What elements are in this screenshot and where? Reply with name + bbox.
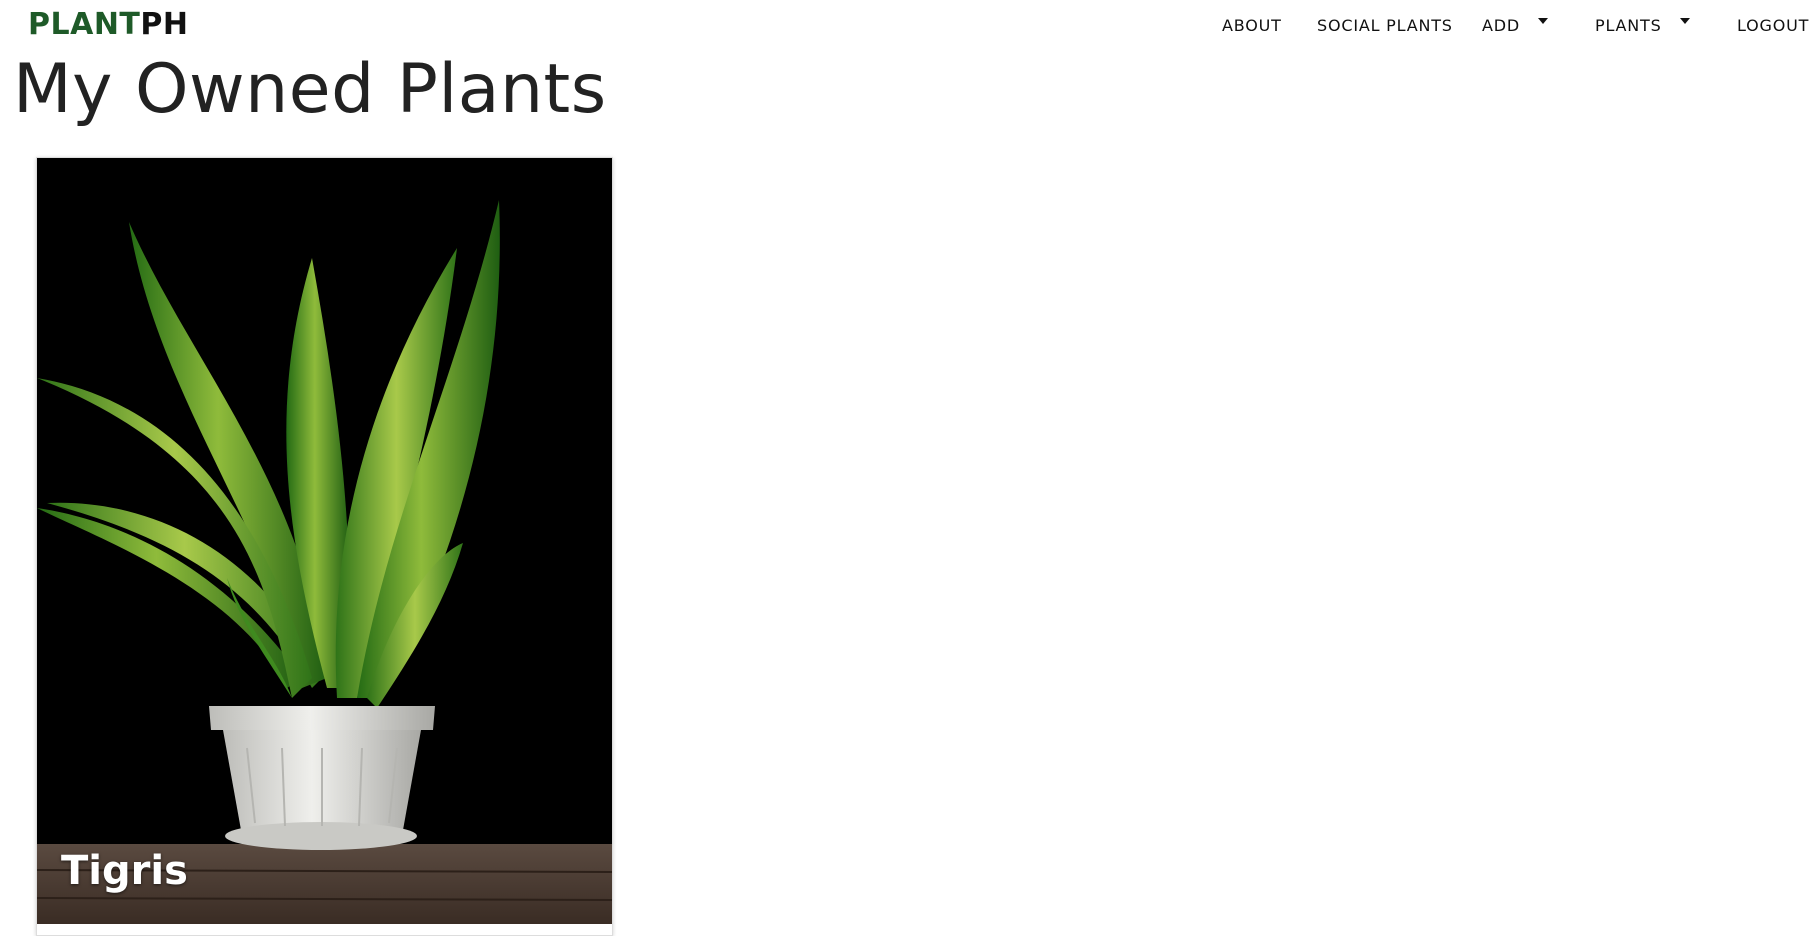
top-navbar: PLANTPH ABOUT SOCIAL PLANTS ADD PLANTS L… xyxy=(0,0,1817,50)
nav-social-plants-link[interactable]: SOCIAL PLANTS xyxy=(1317,16,1453,35)
add-chevron-down-icon[interactable] xyxy=(1538,18,1548,24)
brand-logo-part-ph: PH xyxy=(140,7,189,42)
nav-add-dropdown[interactable]: ADD xyxy=(1482,16,1520,35)
brand-logo-part-plant: PLANT xyxy=(28,7,141,42)
plant-card[interactable]: Tigris xyxy=(36,157,613,936)
nav-about-link[interactable]: ABOUT xyxy=(1222,16,1282,35)
plants-chevron-down-icon[interactable] xyxy=(1680,18,1690,24)
nav-logout-link[interactable]: LOGOUT xyxy=(1737,16,1809,35)
snake-plant-photo[interactable] xyxy=(37,158,612,924)
page-title: My Owned Plants xyxy=(13,50,607,129)
plant-card-name[interactable]: Tigris xyxy=(61,848,188,894)
nav-plants-dropdown[interactable]: PLANTS xyxy=(1595,16,1662,35)
brand-logo[interactable]: PLANTPH xyxy=(28,7,189,42)
